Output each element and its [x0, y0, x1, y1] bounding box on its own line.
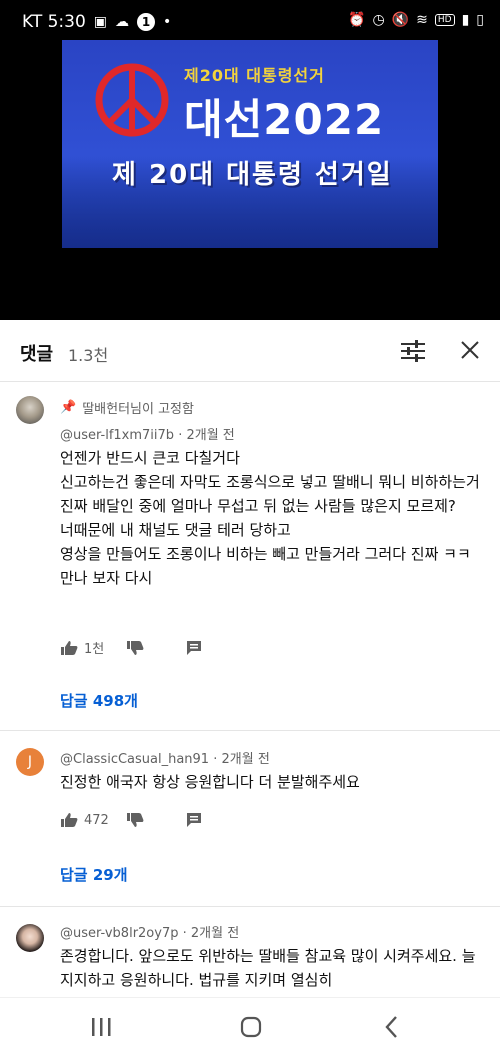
signal-icon: ▮ [461, 12, 470, 28]
replies-link[interactable]: 답글 498개 [60, 690, 138, 711]
thumbs-down-icon [127, 640, 144, 655]
avatar[interactable] [16, 924, 44, 952]
comment-icon [187, 640, 201, 655]
comment-text: 진정한 애국자 항상 응원합니다 더 분발해주세요 [60, 773, 360, 791]
reply-button[interactable] [186, 640, 202, 656]
alarm-icon: ⏰ [348, 12, 366, 28]
like-count: 1천 [84, 642, 105, 657]
like-button[interactable]: 472 [60, 812, 126, 828]
avatar[interactable] [16, 396, 44, 424]
comment-time: 2개월 전 [186, 428, 235, 443]
comment-meta: @user-lf1xm7ii7b · 2개월 전 [60, 428, 235, 443]
home-icon[interactable] [236, 1014, 266, 1040]
system-nav-bar [0, 997, 500, 1055]
wifi-icon: ≋ [416, 12, 428, 28]
comment-text: 언젠가 반드시 큰코 다칠거다 신고하는건 좋은데 자막도 조롱식으로 넣고 딸… [60, 449, 480, 587]
comment-divider [0, 906, 500, 907]
mute-icon: 🔇 [391, 12, 410, 28]
comments-header: 댓글 1.3천 [0, 320, 500, 382]
pinned-indicator: 📌 딸배헌터님이 고정함 [60, 398, 194, 417]
clock-icon: ◷ [372, 12, 385, 28]
comment-actions: 1천 [60, 638, 202, 657]
recent-apps-icon[interactable] [86, 1014, 116, 1040]
thumbs-up-icon [61, 640, 78, 655]
carrier-time: KT 5:30 [22, 12, 86, 32]
comment-author[interactable]: @ClassicCasual_han91 [60, 752, 209, 767]
comment-author[interactable]: @user-lf1xm7ii7b [60, 428, 174, 443]
comment-actions: 472 [60, 812, 202, 828]
video-subtitle: 제20대 대통령선거 [184, 66, 325, 85]
comment-meta: @user-vb8lr2oy7p · 2개월 전 [60, 926, 240, 941]
comments-count: 1.3천 [68, 346, 109, 365]
notification-badge: 1 [137, 13, 156, 31]
vote-stamp-icon [95, 63, 169, 137]
pin-icon: 📌 [60, 400, 77, 415]
like-count: 472 [84, 812, 109, 828]
reply-button[interactable] [186, 812, 202, 828]
replies-link[interactable]: 답글 29개 [60, 864, 128, 885]
sort-icon[interactable] [400, 340, 426, 362]
more-dot-icon: • [163, 14, 172, 30]
dislike-button[interactable] [126, 812, 186, 828]
comment-author[interactable]: @user-vb8lr2oy7p [60, 926, 178, 941]
video-title: 대선2022 [184, 95, 385, 144]
close-icon[interactable] [458, 338, 482, 362]
thumbs-up-icon [61, 813, 78, 827]
thumbs-down-icon [127, 813, 144, 827]
comment-meta: @ClassicCasual_han91 · 2개월 전 [60, 752, 270, 767]
video-thumbnail[interactable]: 제20대 대통령선거 대선2022 제 20대 대통령 선거일 [62, 40, 438, 248]
gallery-icon: ▣ [93, 14, 108, 30]
comment-text: 존경합니다. 앞으로도 위반하는 딸배들 참교육 많이 시켜주세요. 늘지지하고… [60, 947, 476, 989]
comment-divider [0, 730, 500, 731]
avatar[interactable]: J [16, 748, 44, 776]
hd-icon: HD [434, 14, 455, 26]
cloud-icon: ☁ [115, 14, 130, 30]
comment-icon [187, 813, 201, 827]
dislike-button[interactable] [126, 640, 186, 656]
status-right: ⏰ ◷ 🔇 ≋ HD ▮ ▯ [348, 12, 484, 28]
video-player[interactable]: 제20대 대통령선거 대선2022 제 20대 대통령 선거일 [0, 40, 500, 320]
back-icon[interactable] [378, 1014, 408, 1040]
status-left: KT 5:30 ▣ ☁ 1 • [22, 12, 171, 32]
comment-time: 2개월 전 [190, 926, 240, 941]
comments-title: 댓글 [20, 344, 54, 365]
comment-time: 2개월 전 [221, 752, 270, 767]
video-banner: 제 20대 대통령 선거일 [112, 160, 393, 190]
battery-icon: ▯ [476, 12, 484, 28]
pinned-label: 딸배헌터님이 고정함 [82, 402, 194, 417]
like-button[interactable]: 1천 [60, 638, 126, 657]
